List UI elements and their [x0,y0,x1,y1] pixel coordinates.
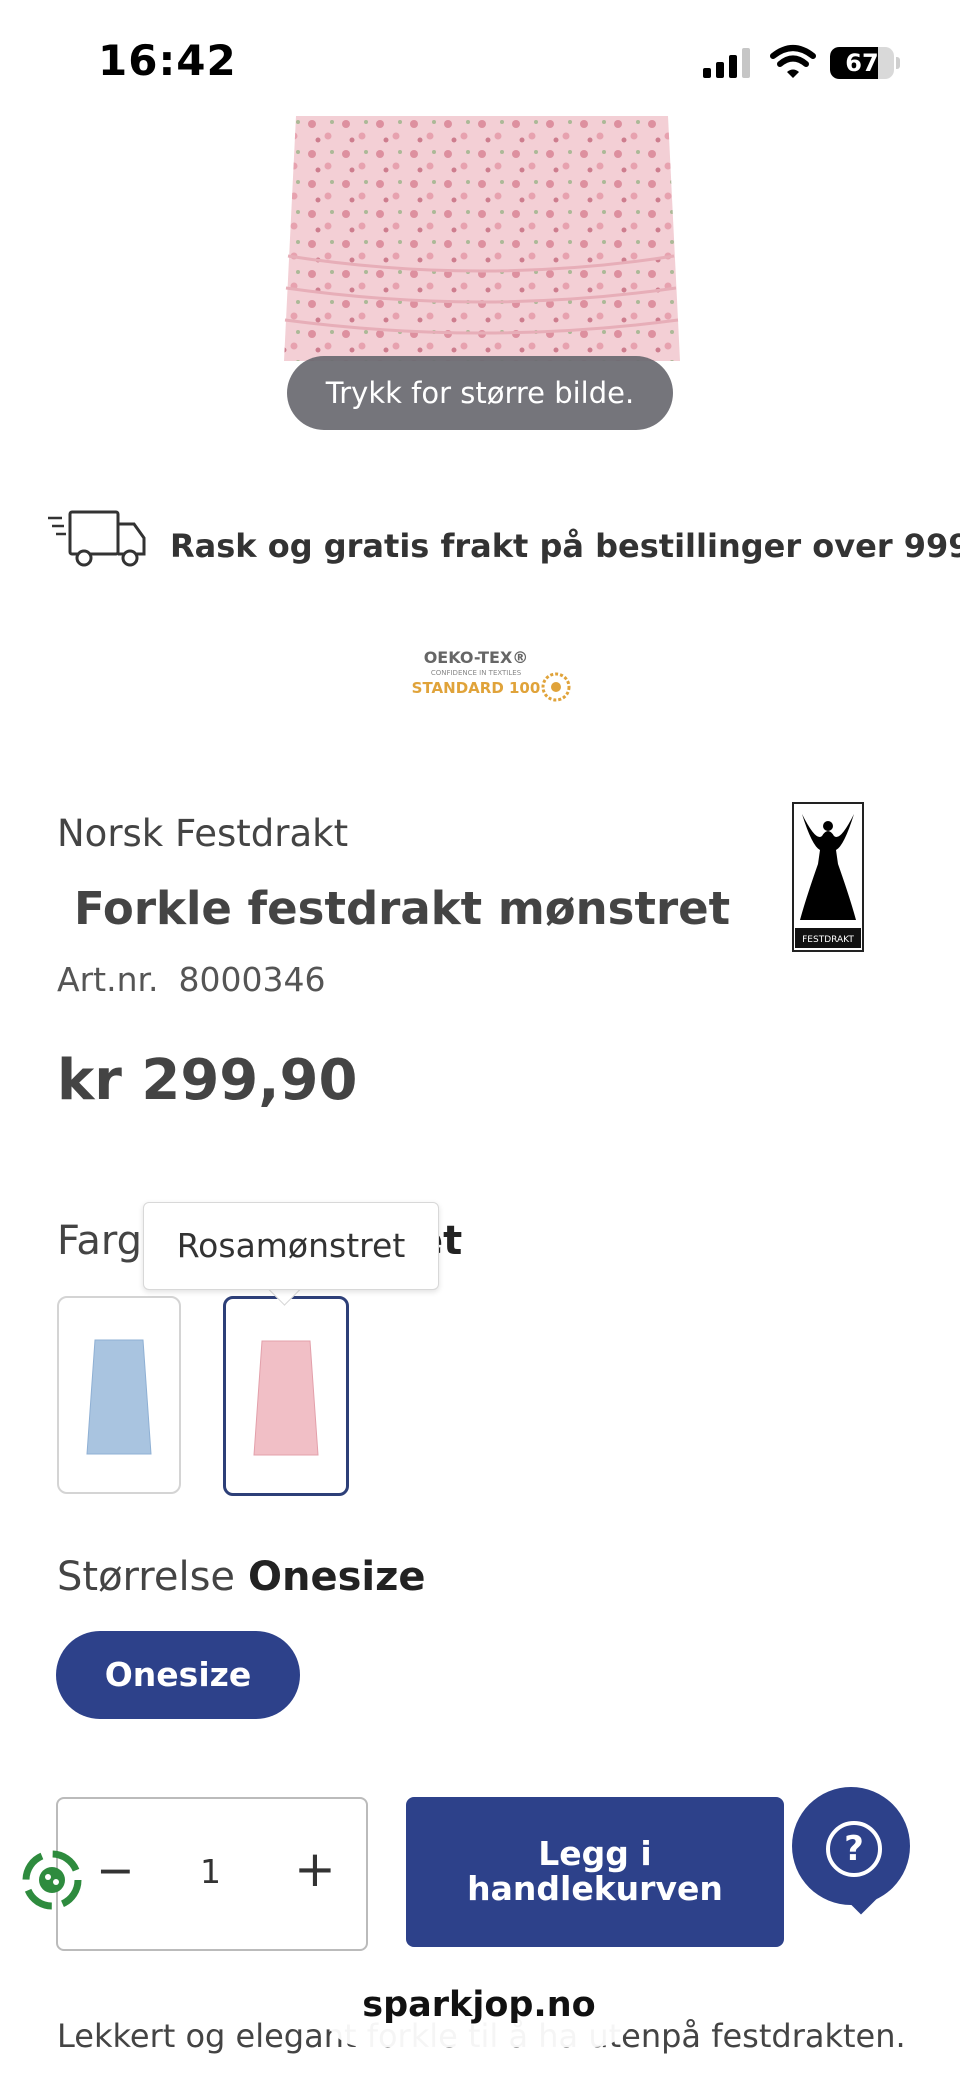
artnr-label: Art.nr. [57,960,159,999]
size-label: Størrelse [57,1554,236,1600]
add-to-cart-button[interactable]: Legg i handlekurven [406,1797,784,1947]
battery-icon: 67 [830,47,894,79]
product-title: Forkle festdrakt mønstret [74,882,731,935]
article-number: Art.nr. 8000346 [57,960,326,999]
add-to-cart-label: Legg i handlekurven [467,1834,723,1908]
color-tooltip: Rosamønstret [143,1202,439,1290]
status-time: 16:42 [98,36,237,85]
oeko-line1: OEKO-TEX® [424,648,529,667]
battery-level: 67 [845,49,879,77]
quantity-decrease-button[interactable]: − [96,1843,135,1897]
help-icon[interactable]: ? [826,1821,882,1877]
recycle-badge-icon[interactable] [18,1846,86,1914]
shipping-info: Rask og gratis frakt på bestillinger ove… [170,527,960,565]
product-image[interactable] [270,116,690,361]
color-swatch-pink[interactable] [223,1296,349,1496]
quantity-value[interactable]: 1 [200,1852,221,1891]
product-price: kr 299,90 [57,1048,358,1113]
brand-name[interactable]: Norsk Festdrakt [57,812,348,855]
truck-icon [48,510,146,567]
brand-logo[interactable]: FESTDRAKT [792,802,864,952]
brand-logo-text: FESTDRAKT [802,935,854,945]
zoom-hint[interactable]: Trykk for større bilde. [287,356,673,430]
selected-size-value: Onesize [248,1554,426,1600]
size-option-onesize[interactable]: Onesize [56,1631,300,1719]
quantity-increase-button[interactable]: + [294,1840,336,1898]
oeko-line3: STANDARD 100 [412,679,541,697]
oeko-tex-logo: OEKO-TEX® CONFIDENCE IN TEXTILES STANDAR… [412,648,571,702]
cellular-signal-icon [703,48,755,78]
battery-cap [896,57,900,69]
browser-address-bar[interactable]: sparkjop.no [322,1963,636,2047]
artnr-value: 8000346 [178,960,326,999]
wifi-icon [770,45,816,78]
oeko-line2: CONFIDENCE IN TEXTILES [431,669,522,677]
color-swatch-blue[interactable] [57,1296,181,1494]
